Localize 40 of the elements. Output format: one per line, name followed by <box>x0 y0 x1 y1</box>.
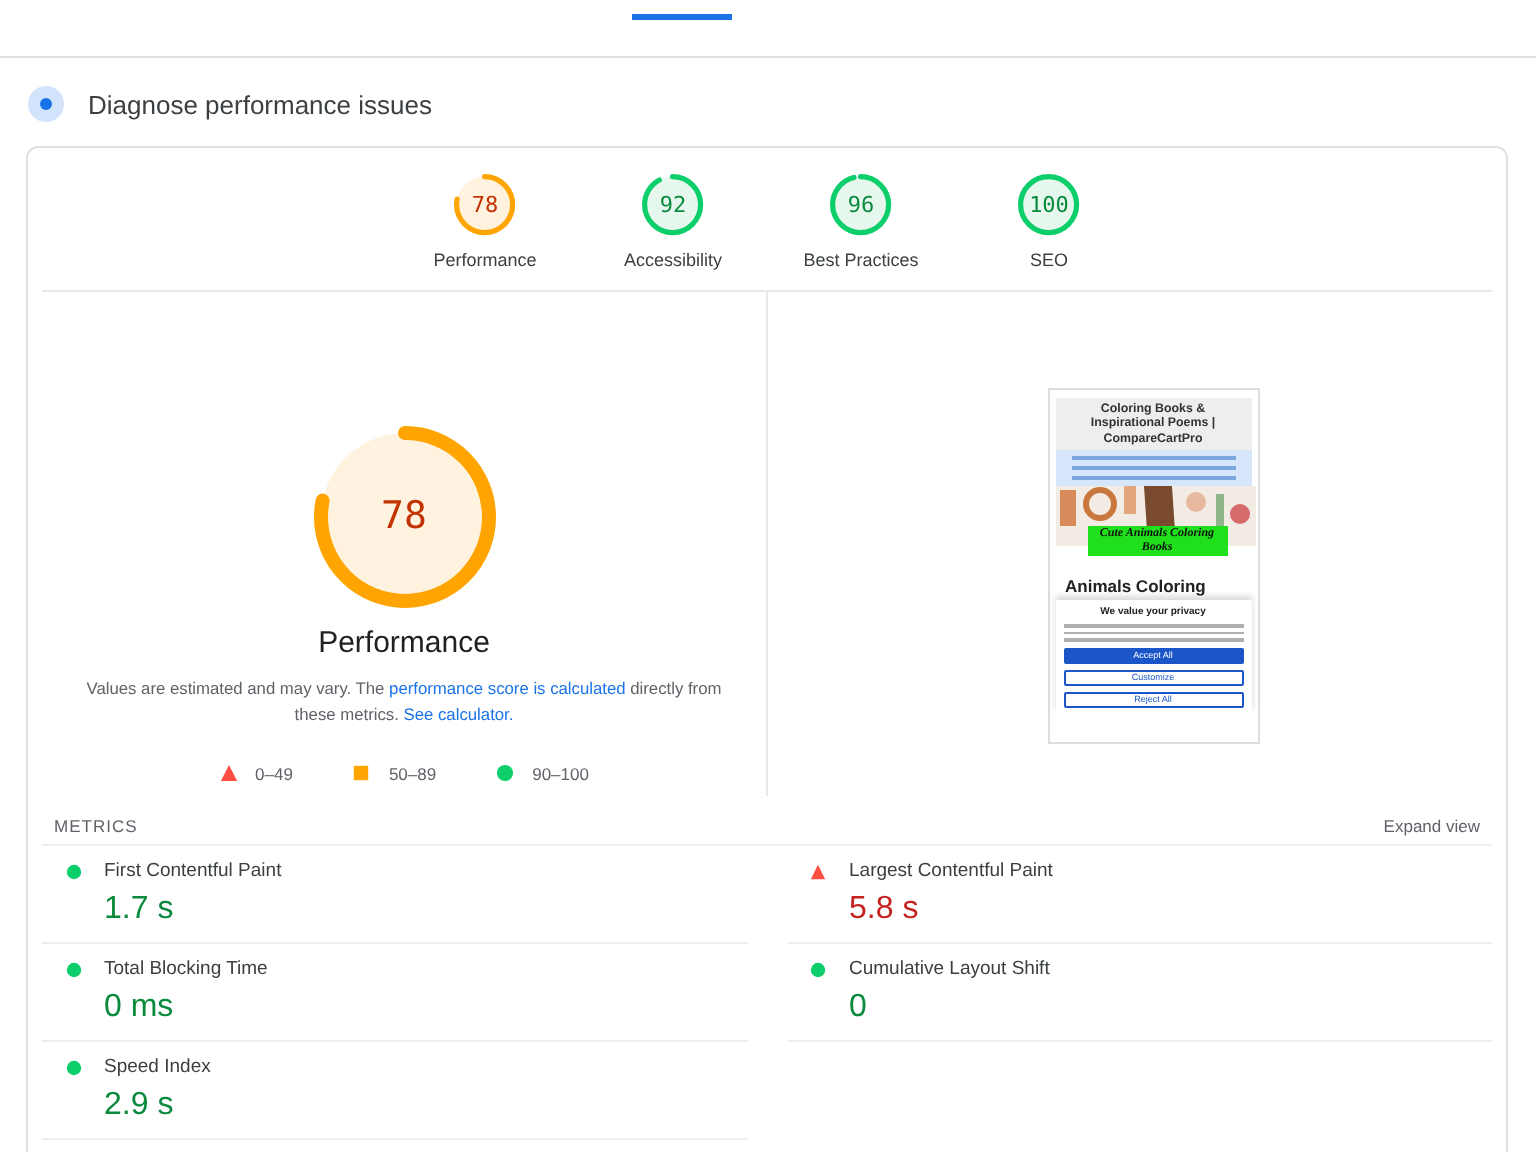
status-dot-icon <box>28 86 64 122</box>
legend-range: 90–100 <box>532 763 589 784</box>
category-label[interactable]: Accessibility <box>623 249 722 270</box>
square-icon <box>352 764 371 783</box>
legend-range: 50–89 <box>388 763 437 784</box>
metric-name: Total Blocking Time <box>104 955 270 984</box>
metric-value: 2.9 s <box>104 1085 176 1126</box>
metric-name: Largest Contentful Paint <box>849 857 1055 886</box>
circle-icon <box>65 863 81 880</box>
score-value: 96 <box>847 191 875 218</box>
legend-range: 0–49 <box>255 763 293 784</box>
category-label[interactable]: Performance <box>433 249 537 270</box>
score-link[interactable]: performance score is calculated <box>389 677 626 698</box>
metric-value: 1.7 s <box>104 889 176 930</box>
tab-indicator <box>632 14 732 20</box>
description-text: Values are estimated and may vary. The performance score is calculated directly from these metrics. See calculator. <box>84 675 724 728</box>
category-label[interactable]: Best Practices <box>803 249 919 270</box>
post-heading: Animals Coloring <box>1063 574 1208 601</box>
score-value: 78 <box>471 191 499 218</box>
circle-icon <box>65 1059 81 1076</box>
gauge-title: Performance <box>318 625 490 660</box>
score-value: 78 <box>381 494 427 539</box>
metrics-heading: METRICS <box>54 815 138 836</box>
calculator-link[interactable]: See calculator. <box>403 703 514 724</box>
score-value: 92 <box>659 191 687 218</box>
section-title: Diagnose performance issues <box>88 89 432 119</box>
metric-value: 0 <box>849 987 869 1028</box>
triangle-icon <box>810 863 826 880</box>
score-value: 100 <box>1029 191 1069 218</box>
category-label[interactable]: SEO <box>1029 249 1068 270</box>
circle-icon <box>496 764 515 783</box>
metric-value: 0 ms <box>104 987 176 1028</box>
circle-icon <box>810 961 826 978</box>
metric-name: Speed Index <box>104 1053 213 1082</box>
triangle-icon <box>219 764 238 783</box>
metric-name: Cumulative Layout Shift <box>849 955 1052 984</box>
metric-name: First Contentful Paint <box>104 857 284 886</box>
metric-value: 5.8 s <box>849 889 921 930</box>
circle-icon <box>65 961 81 978</box>
expand-view-link[interactable]: Expand view <box>1383 815 1480 836</box>
